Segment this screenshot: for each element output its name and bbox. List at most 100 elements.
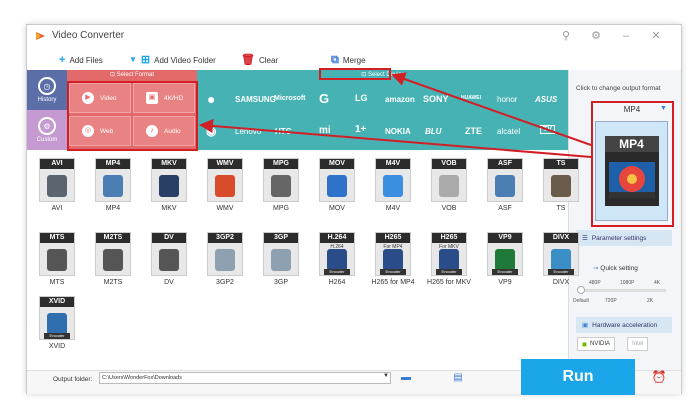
format-item[interactable]: M2TS M2TS — [87, 227, 139, 297]
format-tile: 3GP2 — [207, 232, 243, 276]
brand-lg[interactable]: LG — [355, 93, 368, 103]
merge-button[interactable]: ⧉ Merge — [331, 53, 366, 67]
brand-honor[interactable]: honor — [497, 95, 517, 104]
format-video-tile[interactable]: ▶ Video — [69, 83, 131, 113]
brand-huawei[interactable]: HUAWEI — [461, 95, 481, 101]
output-format-select[interactable]: MP4 — [597, 105, 667, 114]
chevron-down-icon[interactable]: ▼ — [660, 105, 667, 112]
select-device-label: Select Device — [368, 72, 405, 78]
format-tag: H.264 — [320, 233, 354, 243]
encoder-tag: Encoder — [44, 333, 70, 339]
format-item[interactable]: DIVX Encoder DIVX — [535, 227, 587, 297]
format-item[interactable]: MP4 MP4 — [87, 153, 139, 223]
format-item[interactable]: WMV WMV — [199, 153, 251, 223]
encoder-tag: Encoder — [324, 269, 350, 275]
chevron-down-icon[interactable]: ▼ — [383, 373, 389, 379]
add-files-button[interactable]: + Add Files — [59, 53, 103, 67]
brand-blu[interactable]: BLU — [425, 127, 441, 136]
format-web-tile[interactable]: ◎ Web — [69, 116, 131, 146]
nvidia-badge[interactable]: ◼ NVIDIA — [577, 337, 615, 351]
brand-asus[interactable]: ASUS — [535, 95, 557, 104]
intel-label: Intel — [632, 341, 644, 347]
format-item[interactable]: MPG MPG — [255, 153, 307, 223]
brand-oneplus[interactable]: 1+ — [355, 124, 366, 135]
tv-icon[interactable]: TV — [540, 125, 555, 134]
format-item[interactable]: 3GP 3GP — [255, 227, 307, 297]
clear-button[interactable]: 🗑 Clear — [241, 53, 278, 67]
format-item[interactable]: XVID Encoder XVID — [31, 291, 83, 361]
format-tile: H.264 H.264 Encoder — [319, 232, 355, 276]
format-tag: 3GP — [264, 233, 298, 243]
format-caption: M4V — [385, 205, 401, 212]
format-tile: VOB — [431, 158, 467, 202]
format-item[interactable]: VOB VOB — [423, 153, 475, 223]
add-video-folder-button[interactable]: ▼ ⊞ Add Video Folder — [129, 53, 216, 67]
select-format-label: Select Format — [116, 72, 155, 78]
brand-microsoft[interactable]: Microsoft — [274, 95, 306, 102]
format-audio-tile[interactable]: ♪ Audio — [133, 116, 195, 146]
format-item[interactable]: H.264 H.264 Encoder H264 — [311, 227, 363, 297]
brand-nokia[interactable]: NOKIA — [385, 127, 411, 136]
format-item[interactable]: AVI AVI — [31, 153, 83, 223]
format-item[interactable]: 3GP2 3GP2 — [199, 227, 251, 297]
format-tile: MP4 — [95, 158, 131, 202]
brand-alcatel[interactable]: alcatel — [497, 127, 520, 136]
history-button[interactable]: ◷ History — [27, 70, 67, 110]
folder-icon[interactable]: ▬ — [399, 372, 413, 384]
brand-zte[interactable]: ZTE — [465, 126, 482, 136]
hardware-acceleration-button[interactable]: ▣ Hardware acceleration — [576, 317, 672, 333]
format-item[interactable]: H265 For MP4 Encoder H265 for MP4 — [367, 227, 419, 297]
intel-badge[interactable]: Intel — [627, 337, 649, 351]
quality-1080p: 1080P — [620, 280, 635, 286]
format-caption: MPG — [273, 205, 289, 212]
brand-htc[interactable]: HTC — [275, 127, 291, 136]
format-glyph-icon — [383, 249, 403, 271]
format-item[interactable]: MOV MOV — [311, 153, 363, 223]
format-item[interactable]: H265 For MKV Encoder H265 for MKV — [423, 227, 475, 297]
format-item[interactable]: VP9 Encoder VP9 — [479, 227, 531, 297]
brand-sony[interactable]: SONY — [423, 94, 449, 104]
format-glyph-icon — [495, 249, 515, 271]
close-button[interactable]: ✕ — [647, 28, 665, 44]
format-item[interactable]: M4V M4V — [367, 153, 419, 223]
plus-icon: + — [59, 54, 66, 66]
format-item[interactable]: TS TS — [535, 153, 587, 223]
format-glyph-icon — [47, 249, 67, 271]
app-window: Video Converter ⚲ ⚙ – ✕ + Add Files ▼ ⊞ … — [26, 24, 682, 395]
alarm-clock-icon[interactable]: ⏰ — [651, 370, 667, 386]
format-item[interactable]: ASF ASF — [479, 153, 531, 223]
apple-logo-icon[interactable]: ● — [207, 91, 215, 107]
format-tag: WMV — [208, 159, 242, 169]
chip-icon: ▣ — [582, 322, 589, 329]
format-caption: AVI — [51, 205, 63, 212]
custom-button[interactable]: ⚙ Custom — [27, 110, 67, 150]
quality-4k: 4K — [654, 280, 661, 286]
format-4k-tile[interactable]: ▣ 4K/HD — [133, 83, 195, 113]
key-icon[interactable]: ⚲ — [557, 28, 575, 44]
quality-slider-track[interactable] — [580, 289, 666, 292]
brand-lenovo[interactable]: Lenovo — [235, 127, 261, 136]
format-video-label: Video — [100, 94, 117, 102]
format-caption: MKV — [161, 205, 177, 212]
run-button[interactable]: Run — [521, 359, 635, 395]
format-item[interactable]: DV DV — [143, 227, 195, 297]
parameter-settings-label: Parameter settings — [591, 234, 647, 242]
brand-google[interactable]: G — [319, 91, 329, 106]
format-glyph-icon — [383, 175, 403, 197]
output-folder-input[interactable]: C:\Users\WonderFox\Downloads — [99, 372, 391, 384]
format-item[interactable]: MKV MKV — [143, 153, 195, 223]
speaker-icon: ♪ — [146, 125, 158, 137]
parameter-settings-button[interactable]: ☰ Parameter settings — [576, 230, 672, 246]
format-item[interactable]: MTS MTS — [31, 227, 83, 297]
brand-mi[interactable]: mi — [319, 125, 331, 136]
select-format-header: ⊡ Select Format — [109, 72, 155, 78]
select-device-header: ⊡ Select Device — [361, 72, 405, 78]
brand-amazon[interactable]: amazon — [385, 95, 415, 104]
android-logo-icon[interactable]: ◉ — [206, 124, 216, 138]
open-output-icon[interactable]: ▤ — [451, 372, 465, 384]
format-caption: H264 — [328, 279, 346, 286]
brand-samsung[interactable]: SAMSUNG — [235, 95, 276, 104]
output-format-tile[interactable]: MP4 — [595, 121, 668, 221]
minimize-button[interactable]: – — [617, 28, 635, 44]
settings-icon[interactable]: ⚙ — [587, 28, 605, 44]
